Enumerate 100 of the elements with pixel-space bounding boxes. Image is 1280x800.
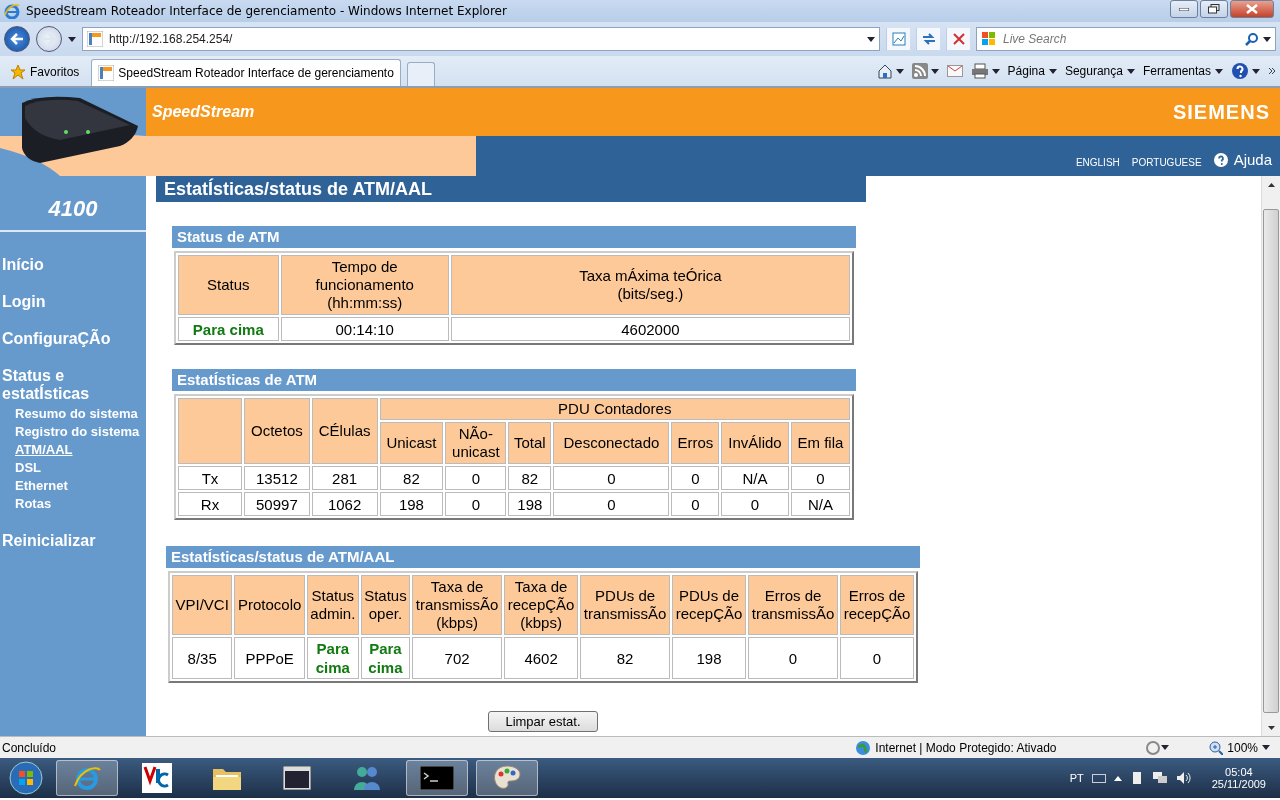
paint-taskbar-button[interactable] xyxy=(476,760,538,796)
zoom-button[interactable]: 100% xyxy=(1209,740,1270,755)
section-header: Status de ATM xyxy=(172,226,856,248)
up-arrow-icon xyxy=(1267,182,1275,187)
clock[interactable]: 05:04 25/11/2009 xyxy=(1211,766,1266,790)
column-header: Unicast xyxy=(379,422,444,464)
rss-icon xyxy=(911,63,928,79)
browser-logo-icon xyxy=(73,764,101,792)
column-header: PDUs de recepÇÃo xyxy=(672,575,746,635)
table-cell: 0 xyxy=(671,466,720,490)
column-header: Taxa de transmissÃo (kbps) xyxy=(412,575,503,635)
command-menu[interactable]: Segurança xyxy=(1064,64,1135,78)
table-cell: Para cima xyxy=(306,637,359,679)
search-field[interactable]: Live Search xyxy=(1001,31,1241,47)
column-header: Protocolo xyxy=(234,575,305,635)
home-button[interactable] xyxy=(876,63,904,79)
back-button[interactable] xyxy=(4,26,30,52)
column-header: Taxa mÁxima teÓrica (bits/seg.) xyxy=(450,255,850,315)
speaker-icon[interactable] xyxy=(1175,771,1192,785)
caret-icon xyxy=(1252,68,1260,74)
remote-app-icon xyxy=(142,763,172,793)
row-header: Rx xyxy=(178,492,242,516)
search-box[interactable]: Live Search xyxy=(976,27,1276,51)
feeds-button[interactable] xyxy=(911,63,939,79)
restore-button[interactable] xyxy=(1200,0,1228,18)
caret-icon xyxy=(1161,745,1170,750)
page-title: EstatÍsticas/status de ATM/AAL xyxy=(156,176,866,202)
command-menu[interactable]: Ferramentas xyxy=(1142,64,1223,78)
brand-logo: SpeedStream xyxy=(152,103,256,121)
browser-tab[interactable]: SpeedStream Roteador Interface de gerenciamento xyxy=(91,59,401,86)
column-header: Status xyxy=(178,255,279,315)
search-icon[interactable] xyxy=(1245,32,1259,46)
table-cell: 1062 xyxy=(311,492,378,516)
command-menu[interactable]: Página xyxy=(1007,64,1057,78)
keyboard-icon[interactable] xyxy=(1091,773,1106,783)
caret-up-icon[interactable] xyxy=(1113,775,1122,781)
table-cell: 0 xyxy=(748,637,838,679)
caret-icon xyxy=(1215,68,1223,74)
zoom-icon xyxy=(1209,740,1224,755)
table-cell: 0 xyxy=(445,466,507,490)
palette-icon xyxy=(492,764,522,792)
table-cell: 702 xyxy=(412,637,503,679)
table-cell: 198 xyxy=(672,637,746,679)
model-number: 4100 xyxy=(0,176,146,232)
caret-icon xyxy=(991,68,1000,74)
table-cell: N/A xyxy=(790,492,850,516)
favorites-button[interactable]: Favoritos xyxy=(4,58,86,86)
scrollbar[interactable] xyxy=(1261,176,1280,736)
table-cell: 82 xyxy=(379,466,444,490)
table-cell: 0 xyxy=(790,466,850,490)
history-caret-icon xyxy=(68,36,76,42)
security-icon[interactable] xyxy=(1145,740,1162,755)
language-link[interactable]: PORTUGUESE xyxy=(1131,157,1202,168)
mail-button[interactable] xyxy=(946,65,963,77)
home-icon xyxy=(876,63,893,79)
stop-icon xyxy=(952,33,965,45)
printer-icon xyxy=(970,63,989,79)
stop-button[interactable] xyxy=(946,28,970,50)
browser-taskbar-button[interactable] xyxy=(56,760,118,796)
down-arrow-icon xyxy=(1267,725,1275,730)
site-icon xyxy=(87,31,103,47)
column-header: Taxa de recepÇÃo (kbps) xyxy=(504,575,579,635)
column-header: Tempo de funcionamento (hh:mm:ss) xyxy=(280,255,449,315)
table-cell: 0 xyxy=(721,492,789,516)
column-header: NÃo- unicast xyxy=(445,422,507,464)
clear-stats-button[interactable]: Limpar estat. xyxy=(488,711,598,732)
people-icon xyxy=(352,764,382,792)
help-link[interactable]: Ajuda xyxy=(1233,151,1272,168)
column-header: Status oper. xyxy=(360,575,411,635)
column-header: Total xyxy=(508,422,552,464)
section-header: EstatÍsticas/status de ATM/AAL xyxy=(166,546,920,568)
chevron-icon[interactable] xyxy=(1268,67,1276,75)
close-button[interactable] xyxy=(1230,0,1274,18)
window-icon xyxy=(283,766,311,790)
caret-icon xyxy=(1262,745,1270,750)
caret-icon xyxy=(895,68,904,74)
compatibility-button[interactable] xyxy=(886,28,910,50)
table-cell: 00:14:10 xyxy=(280,317,449,341)
address-field[interactable]: http://192.168.254.254/ xyxy=(82,27,880,51)
table-cell: N/A xyxy=(721,466,789,490)
help-icon xyxy=(1231,62,1249,80)
status-text: Concluído xyxy=(2,740,57,755)
refresh-button[interactable] xyxy=(916,28,940,50)
help-button[interactable] xyxy=(1231,62,1260,80)
language-link[interactable]: ENGLISH xyxy=(1075,157,1120,168)
help-icon[interactable] xyxy=(1213,152,1228,167)
column-header: Erros de transmissÃo xyxy=(748,575,838,635)
column-header: Status admin. xyxy=(306,575,359,635)
column-header: Erros de recepÇÃo xyxy=(840,575,914,635)
window-title: SpeedStream Roteador Interface de gerenciamento - Windows Internet Explorer xyxy=(26,4,508,18)
network-icon[interactable] xyxy=(1151,771,1168,785)
print-button[interactable] xyxy=(970,63,1000,79)
globe-icon xyxy=(855,739,872,756)
column-header: PDUs de transmissÃo xyxy=(580,575,671,635)
language-indicator[interactable]: PT xyxy=(1069,772,1084,784)
forward-button[interactable] xyxy=(36,26,62,52)
terminal-taskbar-button[interactable] xyxy=(406,760,468,796)
table-cell: 82 xyxy=(580,637,671,679)
scroll-thumb[interactable] xyxy=(1263,209,1279,713)
refresh-icon xyxy=(920,32,937,46)
